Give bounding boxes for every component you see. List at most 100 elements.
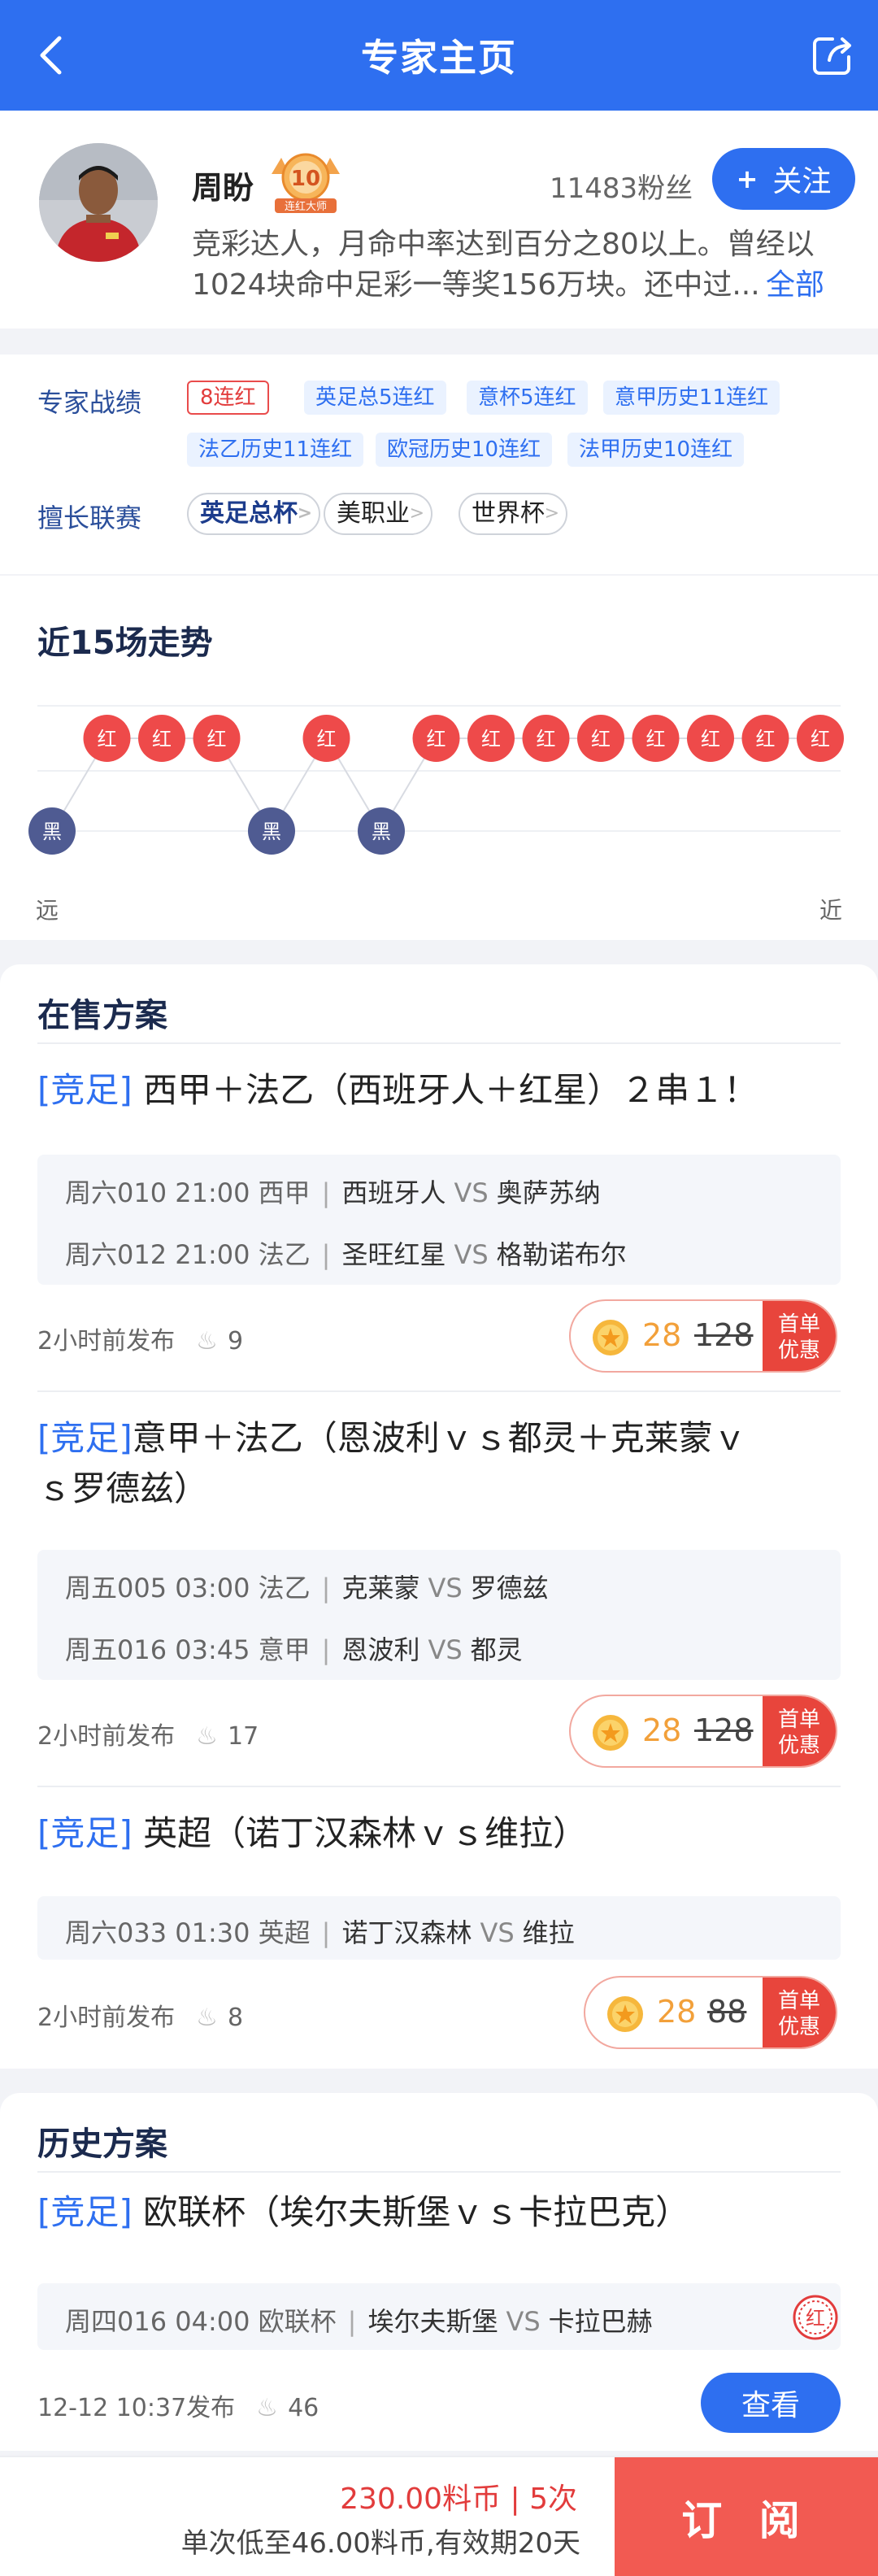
trend-point-label: 红	[207, 728, 227, 751]
plan-title[interactable]: [竞足] 欧联杯（埃尔夫斯堡ｖｓ卡拉巴克）	[37, 2187, 834, 2238]
heat-icon: ♨	[196, 1327, 218, 1355]
heat-count: 17	[228, 1722, 259, 1751]
first-order-badge: 首单 优惠	[763, 1301, 836, 1371]
match-row: 周六012 21:00 法乙 | 圣旺红星 VS 格勒诺布尔	[65, 1239, 627, 1270]
match-meta: 周五005 03:00 法乙	[65, 1573, 311, 1603]
medal-badge: 10 连红大师	[265, 150, 346, 216]
trend-point-label: 红	[811, 728, 830, 751]
publish-info: 2小时前发布 ♨ 8	[37, 1997, 243, 2033]
trend-point-loss: 黑	[28, 807, 76, 855]
publish-time: 12-12 10:37发布	[37, 2394, 236, 2422]
price-button[interactable]: 28 128 首单 优惠	[569, 1695, 837, 1768]
far-label: 远	[36, 897, 59, 924]
trend-point-label: 黑	[42, 820, 62, 843]
record-tag: 欧冠历史10连红	[376, 433, 553, 467]
original-price: 88	[707, 1994, 747, 2030]
vs-label: VS	[428, 1634, 463, 1665]
match-box: 周五005 03:00 法乙 | 克莱蒙 VS 罗德兹 周五016 03:45 意甲 | 恩…	[37, 1550, 841, 1680]
away-team: 都灵	[470, 1634, 523, 1665]
divider	[37, 1042, 841, 1044]
home-team: 西班牙人	[341, 1177, 446, 1208]
trend-point-label: 红	[317, 728, 337, 751]
expert-home-page: 专家主页 周盼 10 连红大师 11483粉丝 + 关注 竞彩达人，月命中率达到…	[0, 0, 878, 2576]
away-team: 维拉	[522, 1917, 575, 1948]
trend-point-win: 红	[412, 715, 460, 762]
current-price: 28	[657, 1994, 697, 2030]
plus-icon: +	[736, 163, 758, 194]
home-team: 诺丁汉森林	[341, 1917, 472, 1948]
medal-label: 连红大师	[285, 200, 327, 213]
avatar[interactable]	[39, 143, 158, 262]
heat-count: 9	[228, 1327, 244, 1355]
trend-point-win: 红	[302, 715, 350, 762]
trend-point-win: 红	[193, 715, 241, 762]
share-icon[interactable]	[808, 31, 857, 80]
bio-line-1: 竞彩达人，月命中率达到百分之80以上。曾经以	[192, 228, 815, 261]
price-button[interactable]: 28 88 首单 优惠	[584, 1976, 837, 2049]
coin-icon	[593, 1715, 628, 1751]
league-chip[interactable]: 美职业	[324, 493, 432, 535]
trend-point-label: 红	[591, 728, 611, 751]
first-order-badge: 首单 优惠	[763, 1978, 836, 2047]
coin-icon	[607, 1996, 643, 2032]
bio-more-link[interactable]: 全部	[766, 265, 824, 306]
match-row: 周五016 03:45 意甲 | 恩波利 VS 都灵	[65, 1634, 523, 1665]
match-row: 周六010 21:00 西甲 | 西班牙人 VS 奥萨苏纳	[65, 1177, 601, 1208]
sale-plans-card: 在售方案 [竞足] 西甲＋法乙（西班牙人＋红星）２串１！ 周六010 21:00…	[0, 964, 878, 2069]
publish-time: 2小时前发布	[37, 1327, 176, 1355]
publish-time: 2小时前发布	[37, 2004, 176, 2032]
plan-title[interactable]: [竞足] 西甲＋法乙（西班牙人＋红星）２串１！	[37, 1065, 834, 1116]
follow-label: 关注	[772, 165, 832, 198]
records-card: 专家战绩 8连红 英足总5连红 意杯5连红 意甲历史11连红 法乙历史11连红 …	[0, 355, 878, 574]
plan-title-text: 西甲＋法乙（西班牙人＋红星）２串１！	[143, 1070, 758, 1110]
trend-point-win: 红	[83, 715, 131, 762]
subscription-price: 230.00料币 | 5次	[340, 2482, 577, 2516]
vs-label: VS	[454, 1177, 489, 1208]
plan-title[interactable]: [竞足]意甲＋法乙（恩波利ｖｓ都灵＋克莱蒙ｖ ｓ罗德兹）	[37, 1413, 834, 1514]
plan-kind: [竞足]	[37, 1070, 133, 1110]
back-icon[interactable]	[28, 33, 73, 78]
view-button[interactable]: 查看	[701, 2373, 841, 2433]
match-meta: 周五016 03:45 意甲	[65, 1634, 311, 1665]
heat-count: 8	[228, 2004, 244, 2032]
record-tag: 法乙历史11连红	[187, 433, 364, 467]
subscribe-button[interactable]: 订 阅	[615, 2457, 878, 2576]
trend-point-win: 红	[797, 715, 844, 762]
trend-point-win: 红	[138, 715, 185, 762]
plan-title-text: 意甲＋法乙（恩波利ｖｓ都灵＋克莱蒙ｖ	[132, 1418, 747, 1458]
heat-icon: ♨	[256, 2394, 279, 2422]
match-row: 周四016 04:00 欧联杯 | 埃尔夫斯堡 VS 卡拉巴赫	[65, 2306, 653, 2337]
home-team: 埃尔夫斯堡	[367, 2306, 498, 2337]
plan-title[interactable]: [竞足] 英超（诺丁汉森林ｖｓ维拉）	[37, 1808, 834, 1859]
match-meta: 周四016 04:00 欧联杯	[65, 2306, 337, 2337]
result-stamp-text: 红	[806, 2307, 825, 2330]
match-row: 周五005 03:00 法乙 | 克莱蒙 VS 罗德兹	[65, 1573, 549, 1603]
page-title: 专家主页	[361, 36, 517, 80]
fans-count: 11483粉丝	[550, 172, 693, 205]
league-chip[interactable]: 英足总杯	[187, 493, 320, 535]
trend-point-label: 红	[481, 728, 501, 751]
trend-point-label: 红	[537, 728, 556, 751]
divider	[37, 1786, 841, 1787]
price-button[interactable]: 28 128 首单 优惠	[569, 1299, 837, 1373]
original-price: 128	[694, 1712, 754, 1748]
follow-button[interactable]: + 关注	[712, 148, 855, 210]
trend-point-label: 红	[152, 728, 172, 751]
vs-label: VS	[506, 2306, 541, 2337]
plan-title-text: 欧联杯（埃尔夫斯堡ｖｓ卡拉巴克）	[143, 2192, 690, 2232]
league-chip[interactable]: 世界杯	[459, 493, 567, 535]
records-label: 专家战绩	[37, 387, 142, 418]
trend-point-win: 红	[741, 715, 789, 762]
record-tag: 8连红	[187, 381, 269, 415]
trend-point-label: 黑	[372, 820, 391, 843]
trend-chart: 黑 红 红 红黑 红黑 红 红 红 红 红 红 红 红	[28, 705, 844, 855]
coin-icon	[593, 1320, 628, 1355]
record-tag: 英足总5连红	[304, 381, 446, 415]
trend-point-win: 红	[522, 715, 570, 762]
expert-bio: 竞彩达人，月命中率达到百分之80以上。曾经以 1024块命中足彩一等奖156万块…	[192, 224, 842, 306]
heat-icon: ♨	[196, 2004, 218, 2032]
trend-point-win: 红	[632, 715, 680, 762]
trend-card: 近15场走势 黑红红红黑红黑红红红红红红红红 远 近	[0, 576, 878, 940]
match-box: 周四016 04:00 欧联杯 | 埃尔夫斯堡 VS 卡拉巴赫	[37, 2283, 841, 2350]
home-team: 恩波利	[341, 1634, 420, 1665]
